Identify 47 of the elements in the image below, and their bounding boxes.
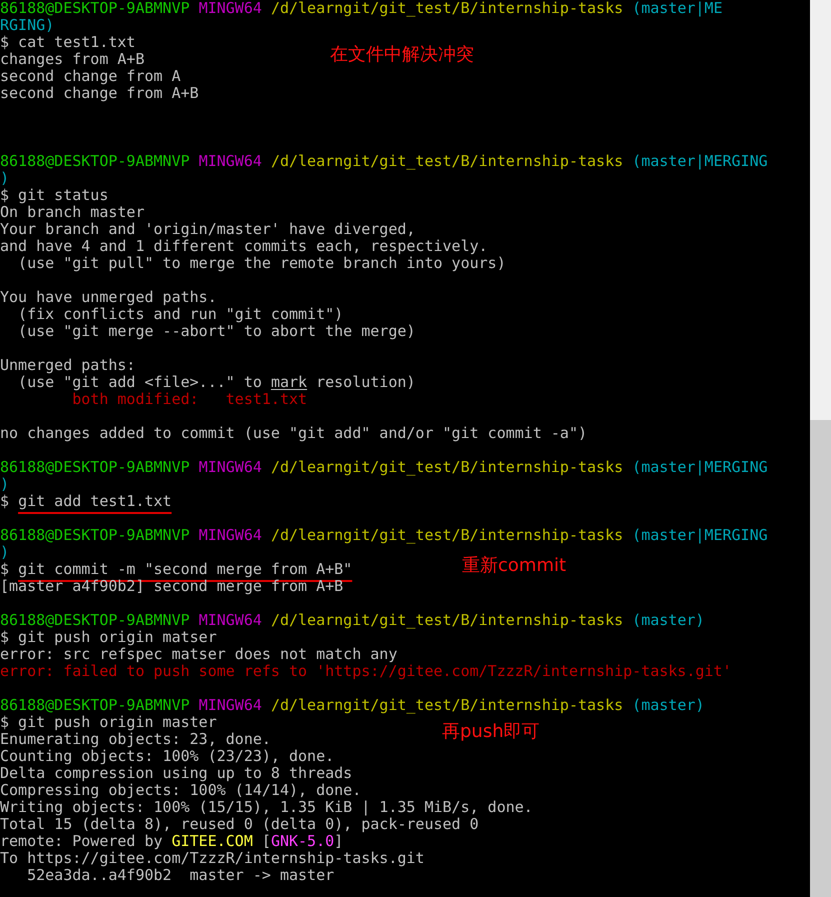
terminal-line: 86188@DESKTOP-9ABMNVP MINGW64 /d/learngit/git_test/B/internship-tasks (master) — [0, 697, 704, 714]
terminal-line: second change from A+B — [0, 85, 199, 102]
annotation-note: 在文件中解决冲突 — [330, 44, 474, 66]
terminal-line: 86188@DESKTOP-9ABMNVP MINGW64 /d/learngit/git_test/B/internship-tasks (master) — [0, 612, 704, 629]
terminal-line: $ git push origin master — [0, 714, 217, 731]
terminal-line: Writing objects: 100% (15/15), 1.35 KiB | 1.35 MiB/s, done. — [0, 799, 533, 816]
terminal-line: (fix conflicts and run "git commit") — [17, 306, 344, 323]
terminal-line: both modified: test1.txt — [72, 391, 308, 408]
scrollbar-thumb[interactable] — [810, 420, 831, 897]
terminal-line: ) — [0, 170, 10, 187]
terminal-line: To https://gitee.com/TzzzR/internship-tasks.git — [0, 850, 424, 867]
terminal-line: ) — [0, 476, 10, 493]
terminal-line: On branch master — [0, 204, 144, 221]
terminal-line: Enumerating objects: 23, done. — [0, 731, 271, 748]
terminal-line: no changes added to commit (use "git add" and/or "git commit -a") — [0, 425, 587, 442]
terminal-line: changes from A+B — [0, 51, 144, 68]
terminal-line: remote: Powered by GITEE.COM [GNK-5.0] — [0, 833, 344, 850]
annotation-note: 再push即可 — [442, 721, 540, 743]
terminal-line: Unmerged paths: — [0, 357, 136, 374]
terminal-line: 86188@DESKTOP-9ABMNVP MINGW64 /d/learngit/git_test/B/internship-tasks (master|MERGING — [0, 527, 768, 544]
terminal-line: error: src refspec matser does not match any — [0, 646, 398, 663]
terminal-line: $ git add test1.txt — [0, 493, 172, 510]
terminal-line: Your branch and 'origin/master' have diverged, — [0, 221, 416, 238]
terminal-line: $ git status — [0, 187, 108, 204]
terminal-line: 86188@DESKTOP-9ABMNVP MINGW64 /d/learngit/git_test/B/internship-tasks (master|MERGING — [0, 153, 768, 170]
terminal-line: 86188@DESKTOP-9ABMNVP MINGW64 /d/learngit/git_test/B/internship-tasks (master|ME — [0, 0, 722, 17]
scrollbar[interactable] — [810, 0, 831, 897]
terminal-line: ) — [0, 544, 10, 561]
terminal-line: Delta compression using up to 8 threads — [0, 765, 352, 782]
terminal-line: 86188@DESKTOP-9ABMNVP MINGW64 /d/learngit/git_test/B/internship-tasks (master|MERGING — [0, 459, 768, 476]
terminal-line: Total 15 (delta 8), reused 0 (delta 0), pack-reused 0 — [0, 816, 479, 833]
terminal-line: $ git commit -m "second merge from A+B" — [0, 561, 352, 578]
terminal-line: (use "git pull" to merge the remote branch into yours) — [17, 255, 506, 272]
terminal-line: and have 4 and 1 different commits each, respectively. — [0, 238, 488, 255]
annotation-note: 重新commit — [462, 555, 566, 577]
terminal-line: error: failed to push some refs to 'https://gitee.com/TzzzR/internship-tasks.git' — [0, 663, 732, 680]
terminal-line: $ git push origin matser — [0, 629, 217, 646]
terminal-line: Compressing objects: 100% (14/14), done. — [0, 782, 362, 799]
terminal-line: Counting objects: 100% (23/23), done. — [0, 748, 334, 765]
terminal-line: You have unmerged paths. — [0, 289, 217, 306]
terminal-line: [master a4f90b2] second merge from A+B — [0, 578, 344, 595]
terminal-line: second change from A — [0, 68, 181, 85]
terminal-line: $ cat test1.txt — [0, 34, 136, 51]
terminal-line: 52ea3da..a4f90b2 master -> master — [26, 867, 334, 884]
terminal-line: (use "git add <file>..." to mark resolution) — [18, 374, 416, 391]
terminal-line: (use "git merge --abort" to abort the merge) — [17, 323, 416, 340]
terminal-line: RGING) — [0, 17, 54, 34]
